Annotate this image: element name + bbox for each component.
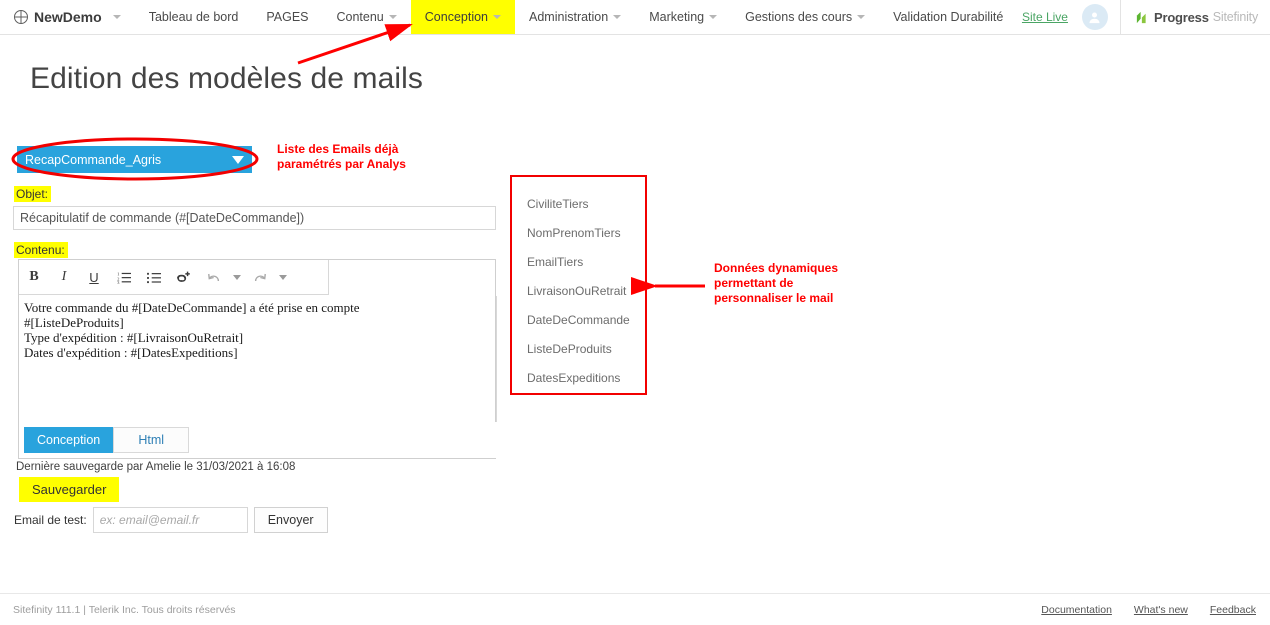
logo-sitefinity-text: Sitefinity xyxy=(1213,10,1258,24)
editor-mode-tabs: Conception Html xyxy=(19,422,497,458)
chevron-down-icon xyxy=(493,15,501,19)
footer-link-documentation[interactable]: Documentation xyxy=(1041,604,1112,616)
footer-link-whats-new[interactable]: What's new xyxy=(1134,604,1188,616)
site-live-link[interactable]: Site Live xyxy=(1022,10,1068,24)
unordered-list-icon[interactable] xyxy=(139,263,169,291)
footer-link-feedback[interactable]: Feedback xyxy=(1210,604,1256,616)
dynamic-data-list: CiviliteTiers NomPrenomTiers EmailTiers … xyxy=(512,177,645,385)
brand-label: NewDemo xyxy=(34,9,102,25)
objet-label: Objet: xyxy=(14,186,51,202)
chevron-down-icon xyxy=(613,15,621,19)
annotation-liste-emails: Liste des Emails déjà paramétrés par Ana… xyxy=(277,142,406,172)
brand-menu[interactable]: NewDemo xyxy=(0,0,135,34)
italic-icon[interactable]: I xyxy=(49,263,79,291)
insert-link-icon[interactable] xyxy=(169,263,199,291)
bold-icon[interactable]: B xyxy=(19,263,49,291)
template-select-value: RecapCommande_Agris xyxy=(25,153,161,167)
contenu-label: Contenu: xyxy=(14,242,68,258)
insert-link-glyph xyxy=(176,270,192,284)
dynamic-data-box: CiviliteTiers NomPrenomTiers EmailTiers … xyxy=(510,175,647,395)
list-item[interactable]: ListeDeProduits xyxy=(527,342,645,356)
editor-content-line: Votre commande du #[DateDeCommande] a ét… xyxy=(24,300,492,315)
nav-item-pages[interactable]: PAGES xyxy=(252,0,322,34)
nav-item-label: Marketing xyxy=(649,10,704,24)
chevron-down-icon xyxy=(389,15,397,19)
test-email-label: Email de test: xyxy=(14,513,87,527)
nav-items: Tableau de bord PAGES Contenu Conception… xyxy=(135,0,1018,34)
list-item[interactable]: EmailTiers xyxy=(527,255,645,269)
tab-conception[interactable]: Conception xyxy=(24,427,113,453)
app-root: NewDemo Tableau de bord PAGES Contenu Co… xyxy=(0,0,1270,625)
globe-icon xyxy=(14,10,28,24)
underline-icon[interactable]: U xyxy=(79,263,109,291)
test-email-row: Email de test: Envoyer xyxy=(14,507,328,533)
nav-item-conception[interactable]: Conception xyxy=(411,0,515,34)
avatar[interactable] xyxy=(1082,4,1108,30)
redo-dropdown-icon[interactable] xyxy=(275,263,291,291)
editor-content-line: #[ListeDeProduits] xyxy=(24,315,492,330)
editor-toolbar: B I U 1 2 3 xyxy=(19,260,329,295)
undo-icon[interactable] xyxy=(199,263,229,291)
redo-glyph xyxy=(253,271,267,284)
chevron-down-icon xyxy=(232,156,244,164)
nav-item-label: PAGES xyxy=(266,10,308,24)
nav-item-tableau-de-bord[interactable]: Tableau de bord xyxy=(135,0,253,34)
svg-text:3: 3 xyxy=(117,281,120,284)
user-icon xyxy=(1087,10,1102,25)
list-item[interactable]: DatesExpeditions xyxy=(527,371,645,385)
editor-content-line: Dates d'expédition : #[DatesExpeditions] xyxy=(24,345,492,360)
top-navigation-bar: NewDemo Tableau de bord PAGES Contenu Co… xyxy=(0,0,1270,35)
ordered-list-icon[interactable]: 1 2 3 xyxy=(109,263,139,291)
footer: Sitefinity 111.1 | Telerik Inc. Tous dro… xyxy=(0,593,1270,625)
nav-item-gestions-des-cours[interactable]: Gestions des cours xyxy=(731,0,879,34)
content-editor: B I U 1 2 3 xyxy=(18,259,496,459)
redo-icon[interactable] xyxy=(245,263,275,291)
undo-dropdown-icon[interactable] xyxy=(229,263,245,291)
list-item[interactable]: LivraisonOuRetrait xyxy=(527,284,645,298)
footer-copyright: Sitefinity 111.1 | Telerik Inc. Tous dro… xyxy=(13,604,236,616)
save-button[interactable]: Sauvegarder xyxy=(19,477,119,502)
editor-content-line: Type d'expédition : #[LivraisonOuRetrait… xyxy=(24,330,492,345)
footer-links: Documentation What's new Feedback xyxy=(1041,604,1256,616)
ordered-list-glyph: 1 2 3 xyxy=(117,271,132,284)
progress-logo-icon xyxy=(1135,10,1150,25)
nav-right-group: Site Live Progress Sitefinity xyxy=(1022,0,1270,34)
nav-item-label: Conception xyxy=(425,10,488,24)
nav-item-label: Gestions des cours xyxy=(745,10,852,24)
editor-content-area[interactable]: Votre commande du #[DateDeCommande] a ét… xyxy=(19,296,497,423)
nav-item-marketing[interactable]: Marketing xyxy=(635,0,731,34)
list-item[interactable]: DateDeCommande xyxy=(527,313,645,327)
list-item[interactable]: CiviliteTiers xyxy=(527,197,645,211)
annotation-donnees-dynamiques: Données dynamiques permettant de personn… xyxy=(714,261,838,306)
nav-item-label: Tableau de bord xyxy=(149,10,239,24)
nav-item-validation-durabilite[interactable]: Validation Durabilité xyxy=(879,0,1017,34)
undo-glyph xyxy=(207,271,221,284)
nav-item-label: Validation Durabilité xyxy=(893,10,1003,24)
template-select[interactable]: RecapCommande_Agris xyxy=(17,146,252,173)
tab-html[interactable]: Html xyxy=(113,427,189,453)
chevron-down-icon xyxy=(857,15,865,19)
chevron-down-icon xyxy=(113,15,121,19)
chevron-down-icon xyxy=(709,15,717,19)
logo-progress-text: Progress xyxy=(1154,10,1209,25)
list-item[interactable]: NomPrenomTiers xyxy=(527,226,645,240)
test-email-input[interactable] xyxy=(93,507,248,533)
nav-item-contenu[interactable]: Contenu xyxy=(323,0,411,34)
last-save-status: Dernière sauvegarde par Amelie le 31/03/… xyxy=(16,461,295,473)
nav-item-label: Administration xyxy=(529,10,608,24)
objet-input[interactable] xyxy=(13,206,496,230)
send-button[interactable]: Envoyer xyxy=(254,507,328,533)
page-title: Edition des modèles de mails xyxy=(30,62,423,96)
progress-sitefinity-logo: Progress Sitefinity xyxy=(1120,0,1270,35)
nav-item-administration[interactable]: Administration xyxy=(515,0,635,34)
nav-item-label: Contenu xyxy=(337,10,384,24)
unordered-list-glyph xyxy=(147,271,162,284)
